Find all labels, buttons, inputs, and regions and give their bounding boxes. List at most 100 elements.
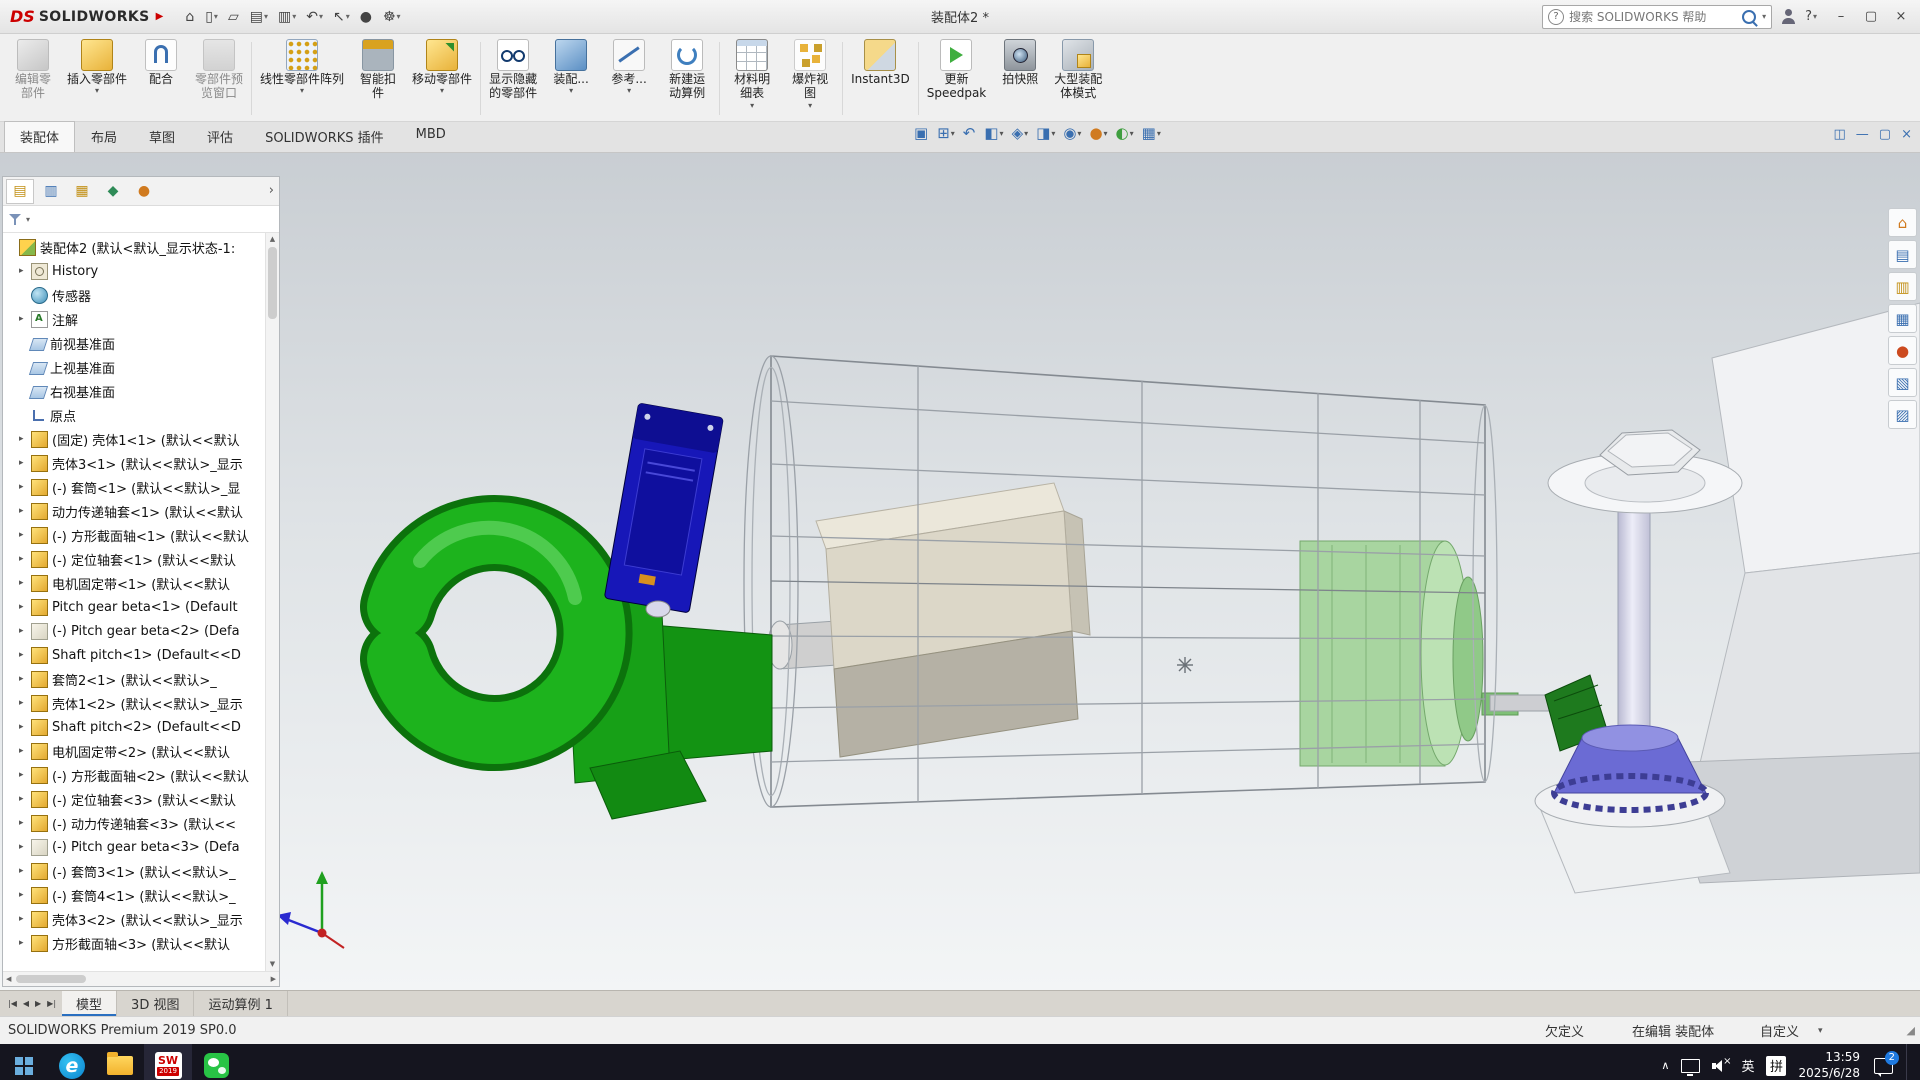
quick-access-button[interactable]: ↖ ▾: [329, 7, 354, 27]
show-desktop-button[interactable]: [1906, 1044, 1912, 1080]
ribbon-button[interactable]: 爆炸视 图 ▾: [781, 36, 839, 121]
command-tab[interactable]: SOLIDWORKS 插件: [249, 121, 400, 152]
task-pane-button[interactable]: ⌂: [1888, 208, 1917, 237]
ribbon-button[interactable]: 线性零部件阵列 ▾: [255, 36, 349, 121]
feature-tree-item[interactable]: ▸ 方形截面轴<3> (默认<<默认: [3, 931, 279, 955]
quick-access-button[interactable]: ↶ ▾: [302, 7, 327, 27]
expand-arrow-icon[interactable]: ▸: [19, 770, 30, 780]
task-pane-button[interactable]: ●: [1888, 336, 1917, 365]
servo-motor[interactable]: [604, 403, 723, 613]
search-dropdown-arrow-icon[interactable]: ▾: [1762, 12, 1766, 21]
filter-funnel-icon[interactable]: [9, 214, 22, 225]
expand-arrow-icon[interactable]: ▸: [19, 890, 30, 900]
minimize-doc-icon[interactable]: —: [1856, 127, 1869, 142]
expand-arrow-icon[interactable]: ▸: [19, 626, 30, 636]
feature-tree-item[interactable]: ▸ (-) 定位轴套<1> (默认<<默认: [3, 547, 279, 571]
expand-arrow-icon[interactable]: ▸: [19, 506, 30, 516]
task-pane-button[interactable]: ▧: [1888, 368, 1917, 397]
search-input[interactable]: 搜索 SOLIDWORKS 帮助: [1569, 8, 1737, 25]
prev-tab-icon[interactable]: ◀: [21, 999, 31, 1008]
feature-tree-item[interactable]: ▸ (-) 方形截面轴<1> (默认<<默认: [3, 523, 279, 547]
view-tool-button[interactable]: ▦ ▾: [1140, 125, 1163, 142]
task-pane-button[interactable]: ▤: [1888, 240, 1917, 269]
task-pane-button[interactable]: ▥: [1888, 272, 1917, 301]
ribbon-button[interactable]: 更新 Speedpak: [922, 36, 992, 121]
scroll-left-icon[interactable]: ◀: [6, 975, 11, 983]
feature-tree-item[interactable]: ▸ 注解: [3, 307, 279, 331]
ribbon-button[interactable]: [842, 42, 843, 115]
volume-muted-icon[interactable]: ×: [1712, 1059, 1729, 1073]
action-center-button[interactable]: 2: [1872, 1056, 1894, 1076]
feature-tree-item[interactable]: ▸ History: [3, 259, 279, 283]
panel-tab[interactable]: ▥: [37, 179, 65, 204]
taskbar-explorer-button[interactable]: [96, 1044, 144, 1080]
restore-window-icon[interactable]: ▢: [1856, 5, 1886, 29]
taskbar-solidworks-button[interactable]: SW 2019: [144, 1044, 192, 1080]
feature-tree-item[interactable]: 上视基准面: [3, 355, 279, 379]
start-button[interactable]: [0, 1044, 48, 1080]
first-tab-icon[interactable]: |◀: [6, 999, 19, 1008]
command-tab[interactable]: 装配体: [4, 121, 75, 152]
scrollbar-track[interactable]: [14, 975, 267, 983]
feature-tree-item[interactable]: ▸ (固定) 壳体1<1> (默认<<默认: [3, 427, 279, 451]
quick-access-button[interactable]: ▥ ▾: [274, 7, 300, 27]
ribbon-button[interactable]: [918, 42, 919, 115]
help-button[interactable]: ? ▾: [1805, 9, 1817, 24]
document-tab[interactable]: 运动算例 1: [194, 991, 287, 1016]
command-tab[interactable]: MBD: [400, 121, 462, 152]
feature-tree-item[interactable]: ▸ (-) Pitch gear beta<3> (Defa: [3, 835, 279, 859]
feature-tree-item[interactable]: ▸ (-) 套筒3<1> (默认<<默认>_: [3, 859, 279, 883]
restore-doc-icon[interactable]: ▢: [1879, 127, 1891, 142]
task-pane-button[interactable]: ▨: [1888, 400, 1917, 429]
expand-arrow-icon[interactable]: ▸: [19, 650, 30, 660]
feature-tree-item[interactable]: 前视基准面: [3, 331, 279, 355]
scrollbar-thumb[interactable]: [16, 975, 86, 983]
motor-coupling[interactable]: [768, 621, 835, 669]
expand-arrow-icon[interactable]: ▸: [19, 698, 30, 708]
taskbar-edge-button[interactable]: e: [48, 1044, 96, 1080]
panel-tab[interactable]: ●: [130, 179, 158, 204]
filter-input[interactable]: [33, 210, 273, 228]
tree-vertical-scrollbar[interactable]: ▲ ▼: [265, 233, 279, 971]
expand-arrow-icon[interactable]: ▸: [19, 746, 30, 756]
ribbon-button[interactable]: 插入零部件 ▾: [62, 36, 132, 121]
feature-tree-item[interactable]: ▸ 电机固定带<1> (默认<<默认: [3, 571, 279, 595]
ribbon-button[interactable]: [719, 42, 720, 115]
command-tab[interactable]: 评估: [191, 121, 249, 152]
scroll-down-icon[interactable]: ▼: [266, 958, 279, 971]
expand-arrow-icon[interactable]: ▸: [19, 866, 30, 876]
feature-tree-item[interactable]: ▸ 壳体3<1> (默认<<默认>_显示: [3, 451, 279, 475]
expand-arrow-icon[interactable]: ▸: [19, 578, 30, 588]
panel-tab[interactable]: ◆: [99, 179, 127, 204]
close-doc-icon[interactable]: ×: [1901, 127, 1912, 142]
unit-system-selector[interactable]: 自定义 ▾: [1760, 1021, 1823, 1040]
ribbon-button[interactable]: 拍快照: [991, 36, 1049, 121]
ribbon-button[interactable]: [480, 42, 481, 115]
quick-access-button[interactable]: ☸ ▾: [379, 7, 405, 27]
ribbon-button[interactable]: 显示隐藏 的零部件: [484, 36, 542, 121]
feature-tree-item[interactable]: ▸ 壳体1<2> (默认<<默认>_显示: [3, 691, 279, 715]
view-tool-button[interactable]: ▣: [912, 125, 931, 142]
quick-access-button[interactable]: ▤ ▾: [246, 7, 272, 27]
expand-arrow-icon[interactable]: ▸: [19, 842, 30, 852]
ribbon-button[interactable]: 大型装配 体模式: [1049, 36, 1107, 121]
ribbon-button[interactable]: 配合: [132, 36, 190, 121]
tray-device-icon[interactable]: [1681, 1059, 1700, 1073]
panel-tab[interactable]: ▤: [6, 179, 34, 204]
expand-arrow-icon[interactable]: ▸: [19, 914, 30, 924]
view-tool-button[interactable]: ⊞ ▾: [935, 125, 957, 142]
panel-expand-chevron-icon[interactable]: ›: [269, 183, 274, 198]
feature-tree-item[interactable]: ▸ 套筒2<1> (默认<<默认>_: [3, 667, 279, 691]
graphics-viewport[interactable]: Z ⌂ ▤ ▥: [0, 153, 1920, 990]
document-tab[interactable]: 模型: [62, 991, 117, 1016]
view-tool-button[interactable]: ◉ ▾: [1061, 125, 1083, 142]
ribbon-button[interactable]: 装配... ▾: [542, 36, 600, 121]
ribbon-button[interactable]: 材料明 细表 ▾: [723, 36, 781, 121]
expand-arrow-icon[interactable]: ▸: [19, 314, 30, 324]
command-tab[interactable]: 布局: [75, 121, 133, 152]
feature-tree-item[interactable]: ▸ (-) 套筒4<1> (默认<<默认>_: [3, 883, 279, 907]
expand-arrow-icon[interactable]: ▸: [19, 434, 30, 444]
feature-tree-item[interactable]: ▸ (-) 动力传递轴套<3> (默认<<: [3, 811, 279, 835]
dc-motor[interactable]: [816, 483, 1090, 757]
servo-horn[interactable]: [646, 601, 670, 617]
